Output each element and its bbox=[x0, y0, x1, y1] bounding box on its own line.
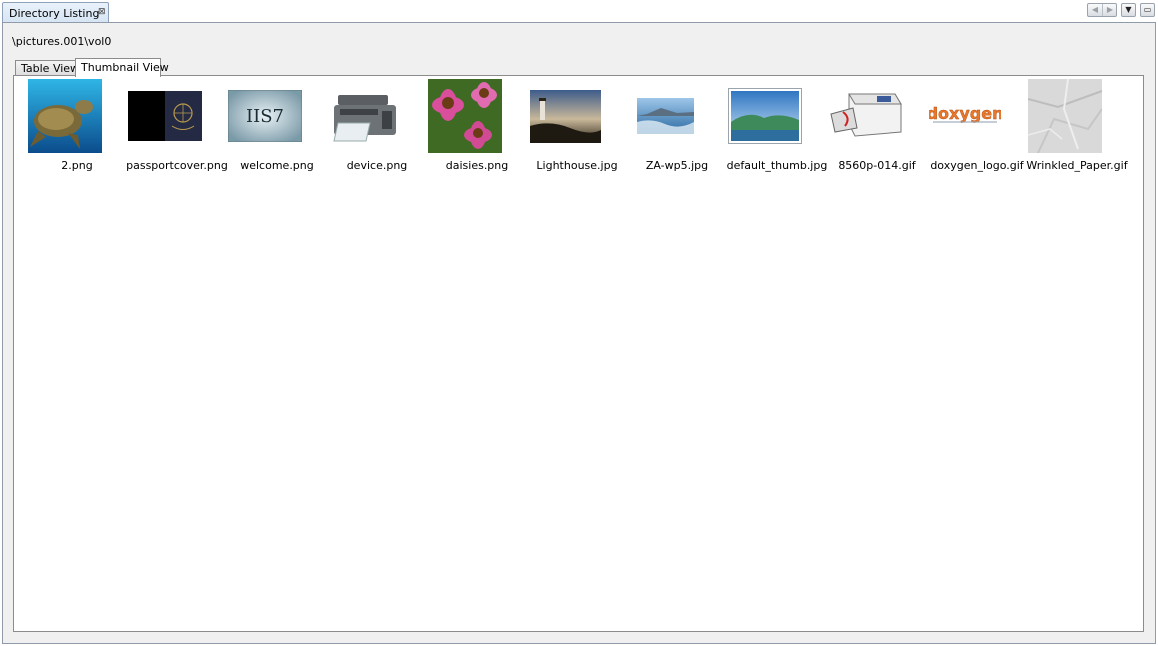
directory-listing-tab[interactable]: Directory Listing ⊠ bbox=[2, 2, 109, 23]
passport-cover-thumbnail bbox=[128, 91, 202, 141]
laser-printer-thumbnail bbox=[829, 88, 903, 144]
thumbnail-item[interactable]: Wrinkled_Paper.gif bbox=[1026, 78, 1128, 178]
maximize-icon: ▭ bbox=[1143, 5, 1152, 14]
wrinkled-paper-thumbnail bbox=[1028, 79, 1102, 153]
doxygen-thumbnail-text: doxygen bbox=[929, 104, 1001, 123]
seascape-thumbnail bbox=[637, 98, 694, 134]
daisies-thumbnail bbox=[428, 79, 502, 153]
lighthouse-thumbnail bbox=[530, 90, 601, 143]
maximize-button[interactable]: ▭ bbox=[1140, 3, 1155, 17]
chevron-left-icon[interactable]: ◀ bbox=[1088, 4, 1103, 16]
iis7-welcome-thumbnail: IIS7 bbox=[228, 90, 302, 142]
tab-table-view[interactable]: Table View bbox=[15, 60, 79, 76]
sea-turtle-thumbnail bbox=[28, 79, 102, 153]
directory-listing-tab-label: Directory Listing bbox=[9, 7, 100, 20]
chevron-right-icon[interactable]: ▶ bbox=[1103, 4, 1117, 16]
tab-thumbnail-view[interactable]: Thumbnail View bbox=[75, 58, 169, 77]
chevron-down-icon: ▼ bbox=[1125, 5, 1132, 14]
iis7-thumbnail-text: IIS7 bbox=[246, 106, 284, 127]
document-tab-strip: Directory Listing ⊠ ◀ ▶ ▼ ▭ bbox=[0, 0, 1158, 23]
tab-list-dropdown-button[interactable]: ▼ bbox=[1121, 3, 1136, 17]
file-name: Wrinkled_Paper.gif bbox=[1026, 159, 1128, 172]
landscape-thumbnail bbox=[728, 88, 802, 144]
close-icon[interactable]: ⊠ bbox=[98, 7, 106, 17]
printer-device-thumbnail bbox=[330, 89, 400, 145]
tab-navigation-control: ◀ ▶ bbox=[1087, 3, 1117, 17]
directory-path: \pictures.001\vol0 bbox=[12, 35, 112, 48]
doxygen-logo-thumbnail: doxygen bbox=[929, 102, 1001, 126]
